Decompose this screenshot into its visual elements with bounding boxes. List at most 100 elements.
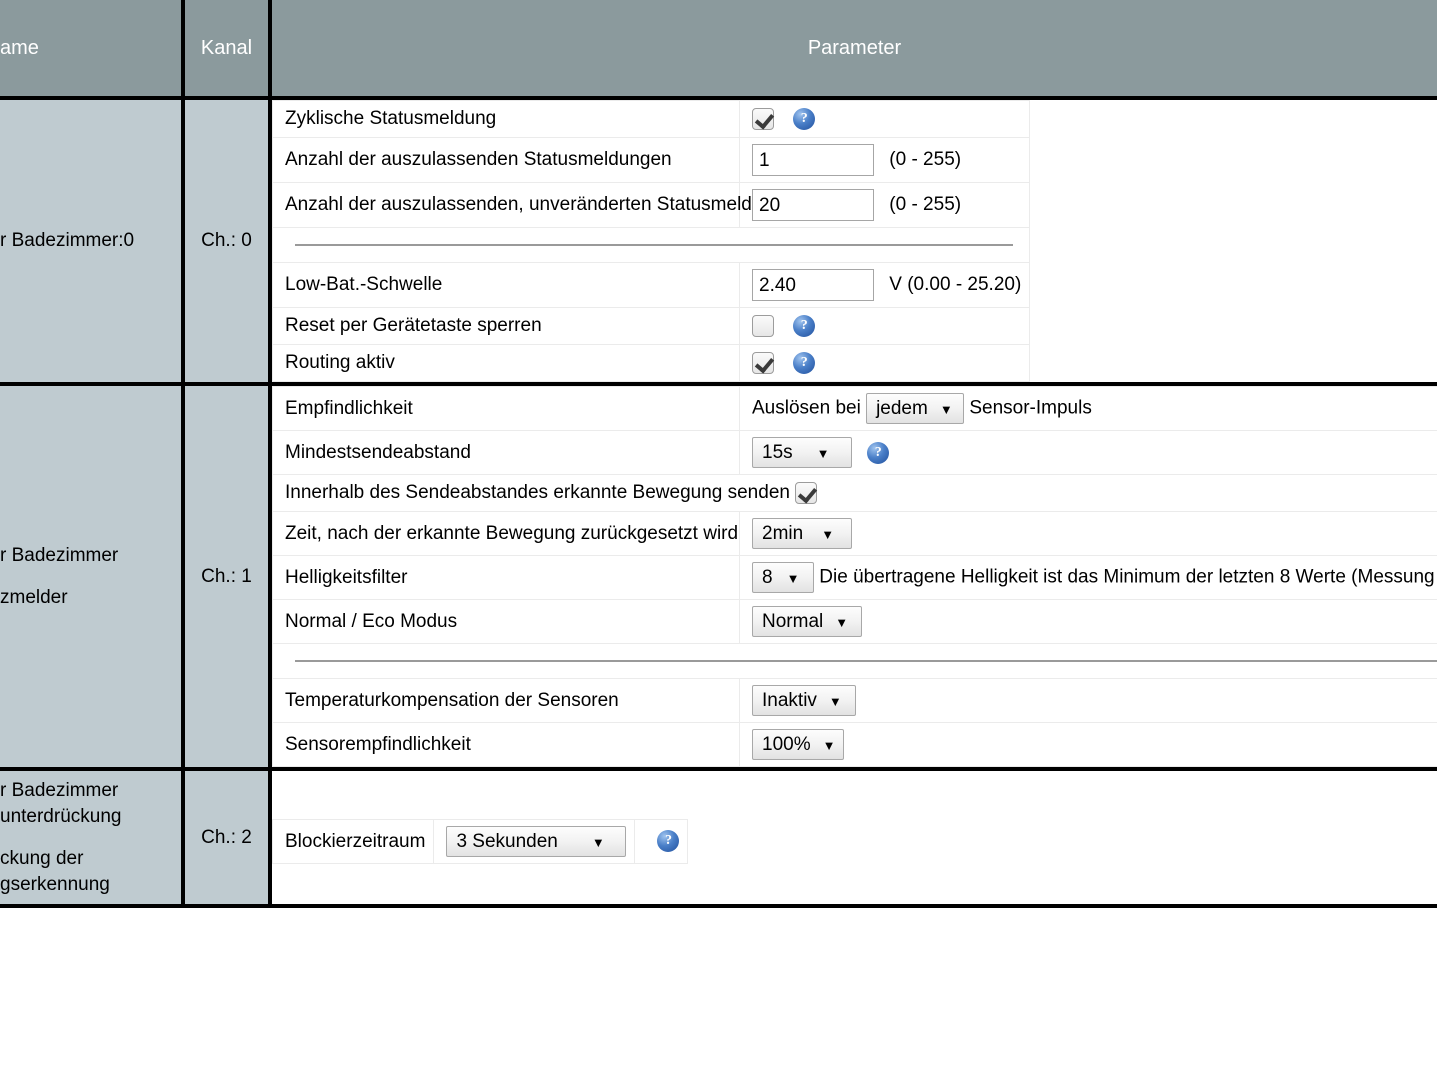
help-icon[interactable]: ? [793, 351, 816, 374]
param-control: ? [738, 307, 1031, 345]
param-range-hint: (0 - 255) [889, 149, 962, 170]
param-control: 1 (0 - 255) [738, 137, 1031, 183]
chevron-down-icon: ▼ [786, 571, 800, 586]
param-label: Empfindlichkeit [272, 386, 740, 431]
section-separator [271, 643, 1437, 679]
param-range-hint: V (0.00 - 25.20) [889, 274, 1022, 295]
helligkeitsfilter-note: Die übertragene Helligkeit ist das Minim… [819, 566, 1437, 588]
help-icon[interactable]: ? [793, 107, 816, 130]
param-row-anzahl-statusmeldungen: Anzahl der auszulassenden Statusmeldunge… [272, 137, 1031, 183]
param-row-normal-eco-modus: Normal / Eco Modus Normal ▼ [272, 599, 1437, 644]
select-value: 15s [762, 442, 793, 463]
select-value: 2min [762, 523, 804, 544]
param-label: Blockierzeitraum [271, 819, 435, 864]
param-row-blockierzeitraum: Blockierzeitraum 3 Sekunden ▼ ? [271, 819, 689, 864]
sensorempfindlichkeit-select[interactable]: 100% ▼ [752, 729, 844, 760]
param-row-routing-aktiv: Routing aktiv ? [272, 344, 1031, 382]
device-channel-cell: Ch.: 1 [183, 384, 272, 771]
param-row-helligkeitsfilter: Helligkeitsfilter 8 ▼ Die übertragene Hel… [272, 555, 1437, 600]
device-name-line: r Badezimmer [0, 779, 119, 801]
parameter-list-ch2: Blockierzeitraum 3 Sekunden ▼ ? [271, 819, 689, 864]
device-parameter-table: ame Kanal Parameter r Badezimmer:0 Ch.: … [0, 0, 1437, 908]
param-row-separator [271, 643, 1437, 679]
chevron-down-icon: ▼ [591, 835, 605, 850]
select-value: Normal [762, 611, 824, 632]
table-row: r Badezimmer:0 Ch.: 0 Zyklische Statusme… [0, 98, 1437, 386]
param-label: Mindestsendeabstand [272, 430, 740, 475]
param-label: Reset per Gerätetaste sperren [272, 307, 740, 345]
param-label: Temperaturkompensation der Sensoren [272, 678, 740, 723]
empfindlichkeit-select[interactable]: jedem ▼ [866, 393, 965, 424]
helligkeitsfilter-select[interactable]: 8 ▼ [752, 562, 814, 593]
device-parameter-cell: Empfindlichkeit Auslösen bei jedem ▼ Sens… [270, 384, 1437, 771]
chevron-down-icon: ▼ [822, 738, 836, 753]
param-control: 2min ▼ [738, 511, 1437, 556]
param-range-hint: (0 - 255) [889, 194, 962, 215]
column-header-parameter[interactable]: Parameter [270, 0, 1437, 100]
anzahl-unveraenderte-input[interactable]: 20 [752, 189, 874, 221]
param-row-reset-sperren: Reset per Gerätetaste sperren ? [272, 307, 1031, 345]
zyklische-statusmeldung-checkbox[interactable] [752, 107, 774, 130]
help-icon[interactable]: ? [657, 830, 680, 853]
select-value: Inaktiv [762, 690, 817, 711]
bewegung-senden-checkbox[interactable] [795, 481, 818, 504]
device-name-cell: r Badezimmer unterdrückung ckung der gse… [0, 769, 185, 908]
empfindlichkeit-suffix: Sensor-Impuls [969, 397, 1092, 419]
empfindlichkeit-prefix: Auslösen bei [752, 397, 861, 419]
low-bat-schwelle-input[interactable]: 2.40 [752, 269, 874, 301]
param-control: ? [738, 100, 1031, 138]
section-separator [271, 227, 1031, 263]
device-name-line: r Badezimmer:0 [0, 230, 135, 251]
param-row-low-bat-schwelle: Low-Bat.-Schwelle 2.40 V (0.00 - 25.20) [272, 262, 1031, 308]
param-label: Anzahl der auszulassenden, unveränderten… [272, 182, 805, 228]
help-icon[interactable]: ? [793, 314, 816, 337]
device-name-cell: r Badezimmer:0 [0, 98, 185, 386]
param-label: Normal / Eco Modus [272, 599, 740, 644]
param-control: Auslösen bei jedem ▼ Sensor-Impuls [738, 386, 1437, 431]
param-control: 2.40 V (0.00 - 25.20) [738, 262, 1031, 308]
chevron-down-icon: ▼ [828, 694, 842, 709]
chevron-down-icon: ▼ [821, 527, 835, 542]
table-row: r Badezimmer zmelder Ch.: 1 Empfindlichk… [0, 384, 1437, 771]
mindestsendeabstand-select[interactable]: 15s ▼ [752, 437, 852, 468]
parameter-list-ch0: Zyklische Statusmeldung ? Anzahl der aus… [271, 100, 1031, 382]
param-control: 8 ▼ Die übertragene Helligkeit ist das Mi… [738, 555, 1437, 600]
select-value: jedem [876, 398, 928, 419]
device-name-line: unterdrückung [0, 805, 122, 827]
param-control: Normal ▼ [738, 599, 1437, 644]
anzahl-statusmeldungen-input[interactable]: 1 [752, 144, 874, 176]
param-row-bewegung-senden: Innerhalb des Sendeabstandes erkannte Be… [271, 474, 1437, 512]
param-control: 15s ▼ ? [738, 430, 1437, 475]
column-header-name[interactable]: ame [0, 0, 185, 100]
divider-line [295, 660, 1437, 662]
parameter-list-ch1: Empfindlichkeit Auslösen bei jedem ▼ Sens… [271, 386, 1437, 767]
table-row: r Badezimmer unterdrückung ckung der gse… [0, 769, 1437, 908]
chevron-down-icon: ▼ [939, 402, 953, 417]
zeit-zuruecksetzen-select[interactable]: 2min ▼ [752, 518, 852, 549]
param-control: ? [738, 344, 1031, 382]
param-control: Inaktiv ▼ [738, 678, 1437, 723]
device-channel-cell: Ch.: 2 [183, 769, 272, 908]
param-help-cell: ? [634, 819, 689, 864]
param-row-empfindlichkeit: Empfindlichkeit Auslösen bei jedem ▼ Sens… [272, 386, 1437, 431]
device-channel-cell: Ch.: 0 [183, 98, 272, 386]
param-label: Zeit, nach der erkannte Bewegung zurückg… [272, 511, 740, 556]
help-icon[interactable]: ? [867, 441, 890, 464]
column-header-channel[interactable]: Kanal [183, 0, 272, 100]
normal-eco-modus-select[interactable]: Normal ▼ [752, 606, 862, 637]
device-name-spacer [0, 830, 171, 846]
table-header: ame Kanal Parameter [0, 0, 1437, 100]
blockierzeitraum-select[interactable]: 3 Sekunden ▼ [446, 826, 627, 857]
select-value: 100% [762, 734, 811, 755]
device-name-line: zmelder [0, 586, 68, 608]
select-value: 3 Sekunden [456, 831, 558, 852]
param-label: Sensorempfindlichkeit [272, 722, 740, 767]
param-row-separator [271, 227, 1031, 263]
param-control: Innerhalb des Sendeabstandes erkannte Be… [271, 474, 1437, 512]
param-row-mindestsendeabstand: Mindestsendeabstand 15s ▼ ? [272, 430, 1437, 475]
param-label: Routing aktiv [272, 344, 740, 382]
reset-geraetetaste-sperren-checkbox[interactable] [752, 314, 774, 337]
temperaturkompensation-select[interactable]: Inaktiv ▼ [752, 685, 856, 716]
routing-aktiv-checkbox[interactable] [752, 351, 774, 374]
param-control: 20 (0 - 255) [738, 182, 1031, 228]
